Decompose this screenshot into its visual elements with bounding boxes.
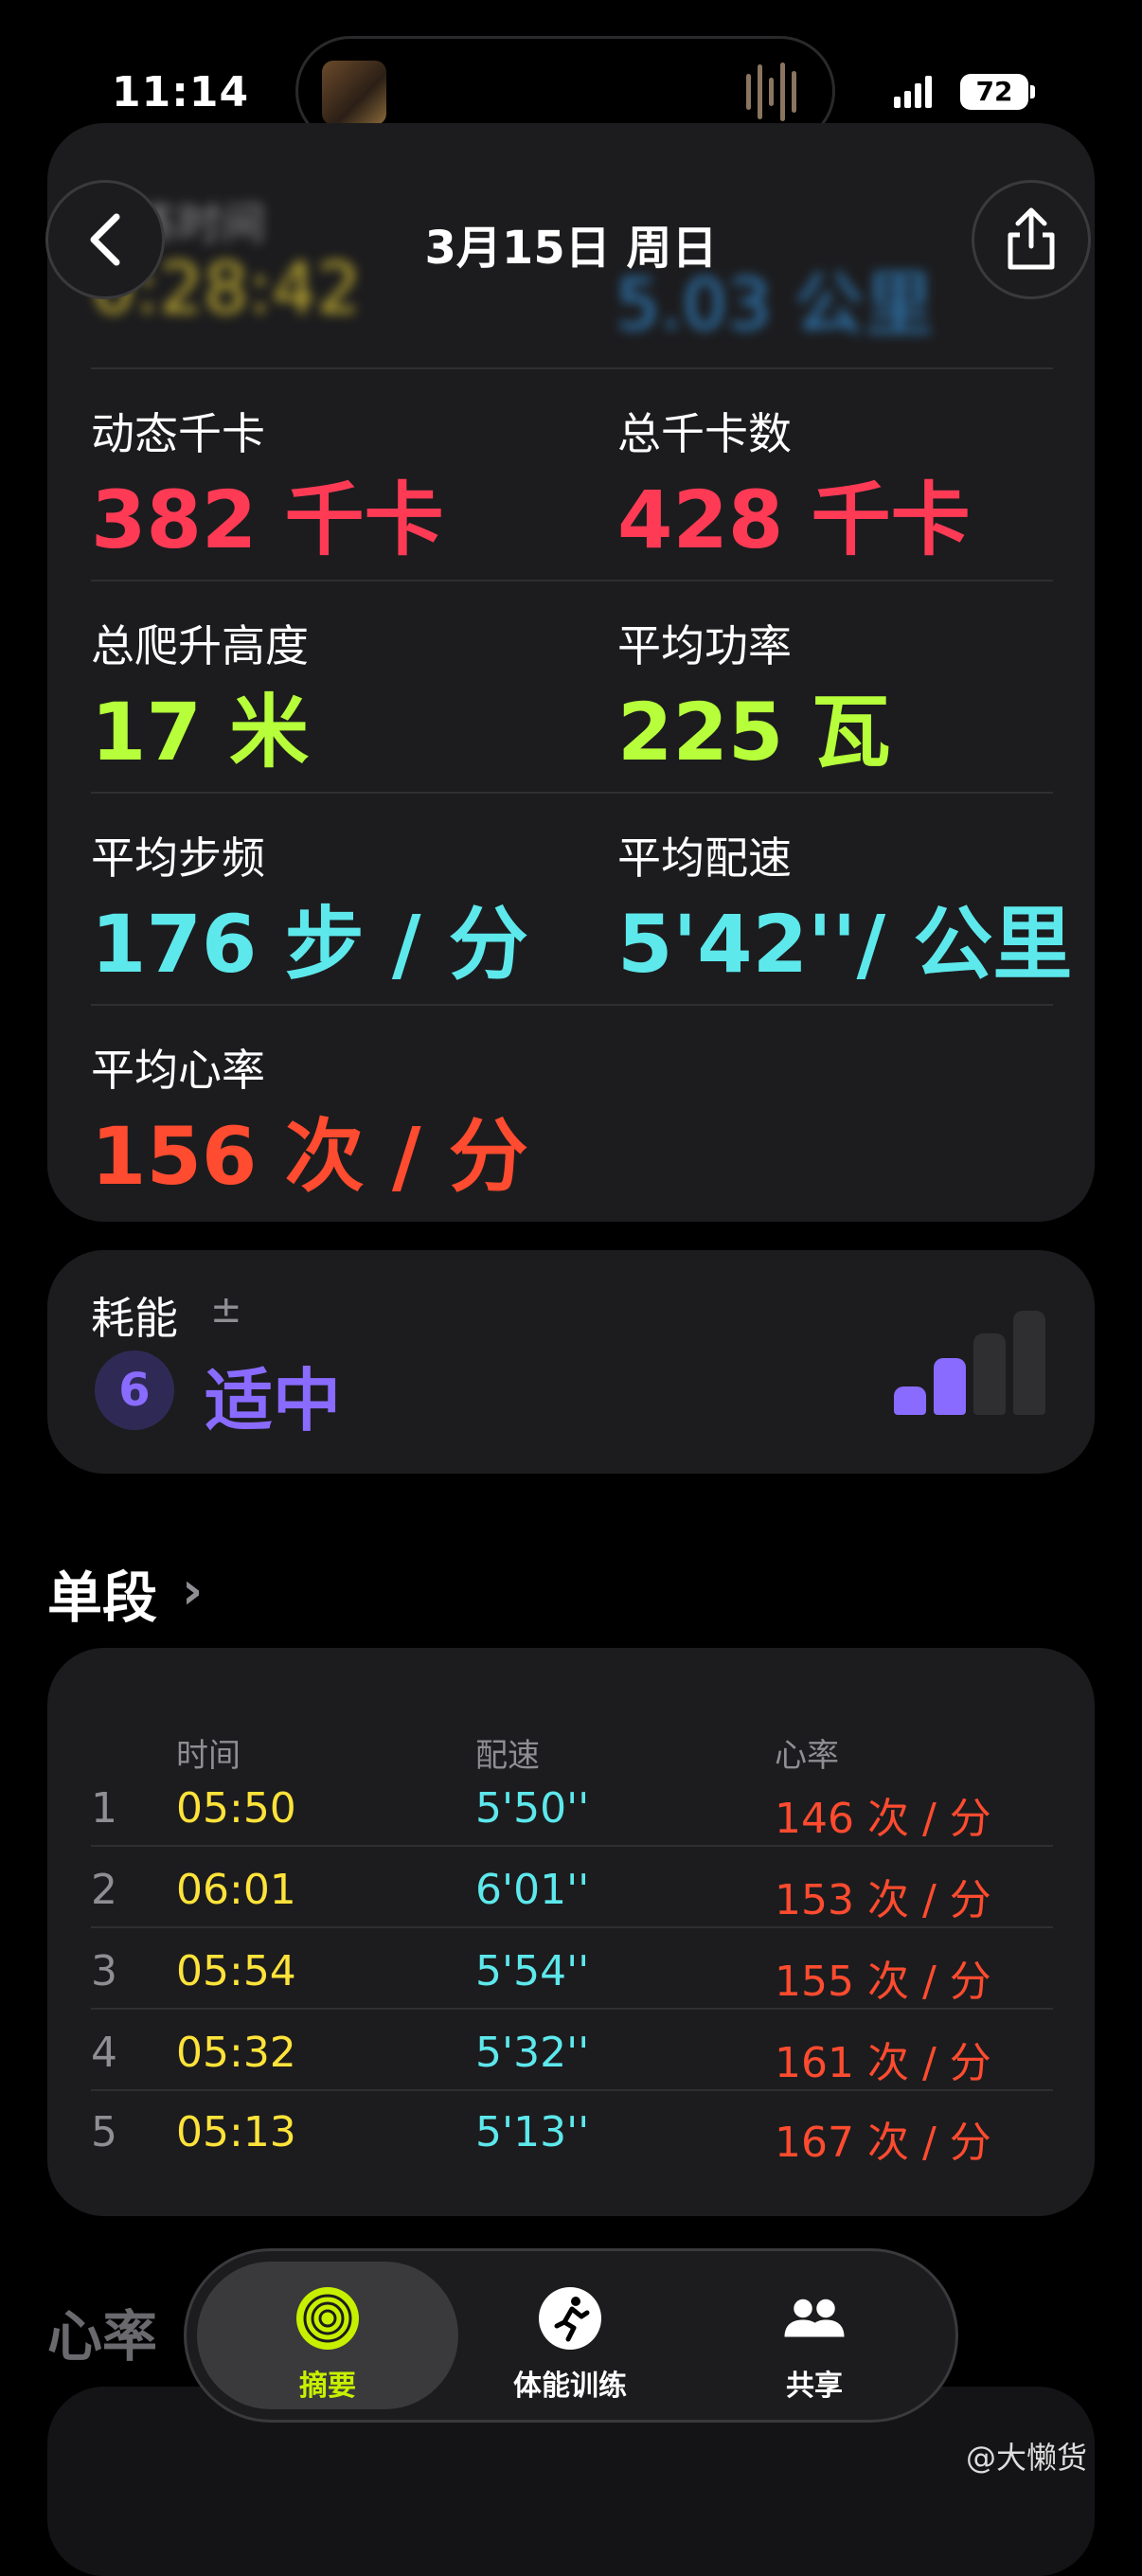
cellular-signal-icon	[894, 76, 932, 108]
split-time: 05:32	[176, 2029, 296, 2077]
split-number: 5	[91, 2108, 117, 2156]
effort-bar	[1013, 1311, 1045, 1415]
stat-value-active-kcal: 382 千卡	[91, 474, 444, 566]
divider	[91, 1004, 1053, 1006]
effort-adjust-button[interactable]: ±	[210, 1288, 242, 1332]
divider	[91, 792, 1053, 794]
stat-label-elevation: 总爬升高度	[91, 620, 309, 671]
effort-bar	[894, 1386, 926, 1415]
tab-sharing[interactable]: 共享	[693, 2263, 936, 2411]
people-icon	[780, 2284, 848, 2352]
split-pace: 5'50''	[475, 1784, 590, 1833]
split-pace: 5'13''	[475, 2108, 590, 2156]
tab-summary[interactable]: 摘要	[206, 2263, 449, 2411]
split-number: 2	[91, 1866, 117, 1914]
chevron-right-icon[interactable]: ›	[182, 1561, 203, 1620]
row-divider	[91, 2008, 1053, 2010]
table-row: 1 05:50 5'50'' 146 次 / 分	[91, 1784, 1053, 1866]
stat-label-avg-pace: 平均配速	[617, 832, 792, 884]
splits-header-heart-rate: 心率	[775, 1737, 839, 1775]
split-heart-rate: 155 次 / 分	[775, 1958, 991, 2006]
audio-waveform-icon	[746, 61, 803, 123]
battery-nub-icon	[1030, 85, 1035, 98]
split-time: 05:54	[176, 1947, 296, 1995]
tab-workouts[interactable]: 体能训练	[449, 2263, 691, 2411]
watermark: @大懒货	[966, 2440, 1088, 2476]
tab-label: 摘要	[299, 2370, 356, 2403]
row-divider	[91, 1845, 1053, 1847]
stat-value-avg-heart-rate: 156 次 / 分	[91, 1110, 528, 1203]
tab-label: 共享	[786, 2370, 843, 2403]
album-art-thumbnail	[322, 61, 386, 125]
battery-indicator: 72	[960, 74, 1028, 110]
stat-label-total-kcal: 总千卡数	[617, 408, 792, 459]
split-time: 05:50	[176, 1784, 296, 1833]
status-time: 11:14	[112, 68, 250, 116]
effort-score-badge: 6	[95, 1351, 174, 1430]
row-divider	[91, 2089, 1053, 2091]
stat-label-avg-power: 平均功率	[617, 620, 792, 671]
stat-label-cadence: 平均步频	[91, 832, 265, 884]
table-row: 5 05:13 5'13'' 167 次 / 分	[91, 2108, 1053, 2190]
split-heart-rate: 153 次 / 分	[775, 1876, 991, 1924]
effort-bars-icon	[894, 1311, 1045, 1415]
stat-value-cadence: 176 步 / 分	[91, 898, 528, 991]
split-pace: 6'01''	[475, 1866, 590, 1914]
running-figure-icon	[536, 2284, 604, 2352]
split-number: 3	[91, 1947, 117, 1995]
share-button[interactable]	[972, 180, 1091, 299]
split-time: 05:13	[176, 2108, 296, 2156]
page-title: 3月15日 周日	[424, 222, 718, 275]
heart-rate-section-title[interactable]: 心率	[47, 2292, 157, 2371]
divider	[91, 580, 1053, 581]
split-time: 06:01	[176, 1866, 296, 1914]
share-icon	[1008, 207, 1055, 270]
stat-value-total-kcal: 428 千卡	[617, 474, 971, 566]
split-heart-rate: 161 次 / 分	[775, 2039, 991, 2087]
effort-bar	[973, 1333, 1006, 1415]
split-pace: 5'54''	[475, 1947, 590, 1995]
effort-level: 适中	[205, 1361, 342, 1440]
row-divider	[91, 1926, 1053, 1928]
table-row: 3 05:54 5'54'' 155 次 / 分	[91, 1947, 1053, 2029]
stat-value-avg-power: 225 瓦	[617, 686, 891, 778]
table-row: 2 06:01 6'01'' 153 次 / 分	[91, 1866, 1053, 1947]
split-heart-rate: 146 次 / 分	[775, 1795, 991, 1843]
divider	[91, 367, 1053, 369]
effort-bar	[934, 1358, 966, 1415]
splits-header-time: 时间	[176, 1737, 241, 1775]
split-number: 4	[91, 2029, 117, 2077]
splits-section-title[interactable]: 单段	[47, 1553, 157, 1633]
split-heart-rate: 167 次 / 分	[775, 2119, 991, 2167]
effort-label: 耗能	[91, 1293, 178, 1344]
stat-value-elevation: 17 米	[91, 686, 310, 778]
split-number: 1	[91, 1784, 117, 1833]
split-pace: 5'32''	[475, 2029, 590, 2077]
table-row: 4 05:32 5'32'' 161 次 / 分	[91, 2029, 1053, 2110]
stat-label-active-kcal: 动态千卡	[91, 408, 265, 459]
summary-rings-icon	[294, 2284, 362, 2352]
stat-label-avg-heart-rate: 平均心率	[91, 1045, 265, 1096]
stat-value-avg-pace: 5'42''/ 公里	[617, 898, 1073, 991]
tab-label: 体能训练	[513, 2370, 627, 2403]
splits-header-pace: 配速	[475, 1737, 540, 1775]
